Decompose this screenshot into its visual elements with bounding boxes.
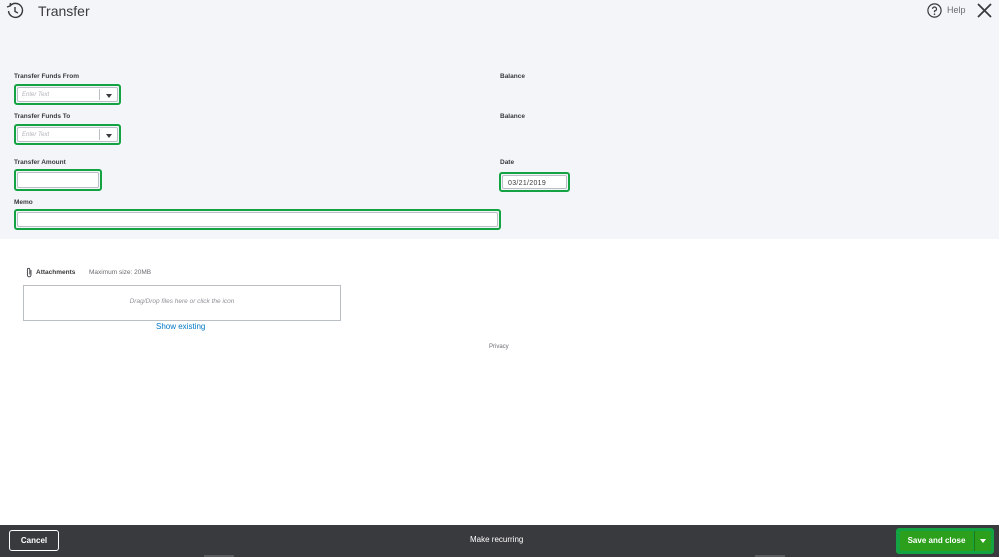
date-input[interactable]: 03/21/2019 xyxy=(502,175,567,189)
date-label: Date xyxy=(500,159,515,166)
transfer-to-select[interactable]: Enter Text xyxy=(17,127,118,142)
transfer-to-label: Transfer Funds To xyxy=(14,113,71,120)
dropzone-hint: Drag/Drop files here or click the icon xyxy=(129,298,235,305)
paperclip-icon xyxy=(26,267,32,278)
form-header-panel: Transfer Help Transfer Funds From Enter … xyxy=(0,0,999,239)
close-icon[interactable] xyxy=(976,2,993,19)
save-options-dropdown[interactable] xyxy=(974,531,991,551)
memo-label: Memo xyxy=(14,199,33,206)
show-existing-link[interactable]: Show existing xyxy=(156,322,205,331)
attachments-max-size: Maximum size: 20MB xyxy=(89,269,152,276)
date-value: 03/21/2019 xyxy=(508,180,547,187)
transfer-from-select[interactable]: Enter Text xyxy=(17,87,118,102)
attachments-label: Attachments xyxy=(36,269,76,276)
select-divider xyxy=(99,89,100,100)
save-and-close-button[interactable]: Save and close xyxy=(900,531,973,551)
chevron-down-icon[interactable] xyxy=(106,134,112,138)
page-title: Transfer xyxy=(38,3,90,19)
from-balance-label: Balance xyxy=(500,73,525,80)
to-balance-label: Balance xyxy=(500,113,525,120)
chevron-down-icon xyxy=(980,539,986,543)
memo-input[interactable] xyxy=(17,212,498,227)
transfer-to-placeholder: Enter Text xyxy=(22,132,50,138)
cancel-button[interactable]: Cancel xyxy=(9,530,59,551)
footer-bar: Cancel Make recurring Save and close xyxy=(0,525,999,557)
transfer-amount-input[interactable] xyxy=(17,172,99,188)
help-link[interactable]: Help xyxy=(947,5,966,15)
history-clock-icon[interactable] xyxy=(6,2,24,20)
make-recurring-link[interactable]: Make recurring xyxy=(470,535,523,544)
chevron-down-icon[interactable] xyxy=(106,94,112,98)
transfer-amount-label: Transfer Amount xyxy=(14,159,66,166)
attachments-dropzone[interactable]: Drag/Drop files here or click the icon xyxy=(23,285,341,321)
select-divider xyxy=(99,129,100,140)
privacy-link[interactable]: Privacy xyxy=(489,344,509,350)
help-circle-icon[interactable] xyxy=(927,3,942,18)
transfer-from-placeholder: Enter Text xyxy=(22,92,50,98)
transfer-from-label: Transfer Funds From xyxy=(14,73,80,80)
